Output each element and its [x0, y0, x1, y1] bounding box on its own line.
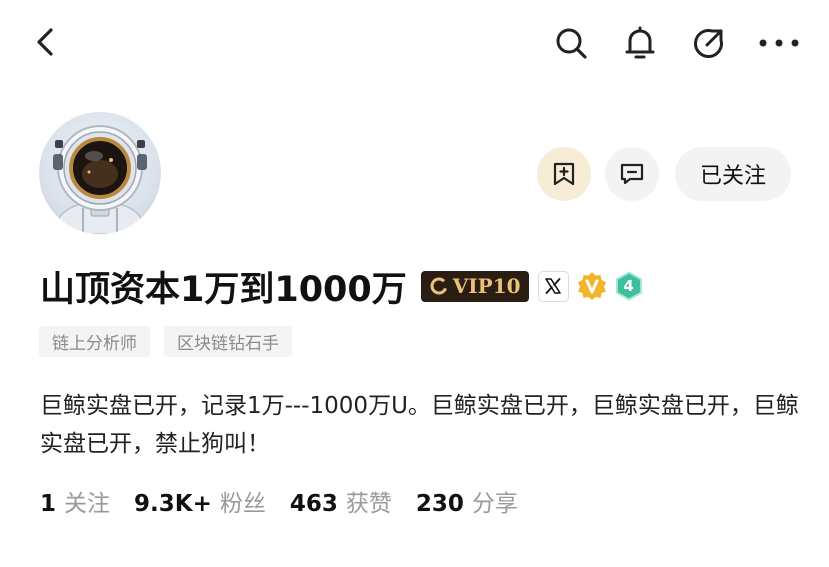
stat-label: 粉丝: [219, 491, 266, 517]
chat-icon: [620, 163, 644, 185]
avatar[interactable]: [39, 112, 161, 234]
name-row: 山顶资本1万到1000万 VIP10 4: [40, 262, 644, 310]
level-number: 4: [623, 277, 634, 295]
chevron-left-icon: [37, 28, 53, 56]
vip-label: VIP10: [452, 274, 521, 298]
tag-item: 链上分析师: [39, 326, 150, 357]
vip-ring-icon: [430, 277, 448, 295]
stat-label: 获赞: [345, 491, 392, 517]
stat-number: 9.3K+: [134, 491, 212, 517]
notification-button[interactable]: [622, 25, 658, 61]
verified-v-icon: [577, 272, 606, 300]
add-bookmark-button[interactable]: [537, 147, 591, 201]
more-button[interactable]: [758, 25, 800, 61]
stat-likes[interactable]: 463 获赞: [290, 484, 392, 518]
verified-badge: [577, 271, 607, 301]
stat-shares[interactable]: 230 分享: [416, 484, 518, 518]
profile-name: 山顶资本1万到1000万: [40, 269, 407, 310]
stats-row: 1 关注 9.3K+ 粉丝 463 获赞 230 分享: [40, 484, 542, 518]
astronaut-avatar-icon: [52, 125, 148, 234]
back-button[interactable]: [30, 26, 62, 58]
stat-label: 分享: [471, 491, 518, 517]
message-button[interactable]: [605, 147, 659, 201]
stat-label: 关注: [64, 491, 111, 517]
search-icon: [556, 28, 587, 59]
bell-icon: [625, 26, 655, 59]
tag-list: 链上分析师 区块链钻石手: [39, 326, 292, 357]
bookmark-add-icon: [553, 162, 575, 186]
stat-number: 1: [40, 491, 57, 517]
top-bar: [0, 0, 829, 90]
vip-badge: VIP10: [420, 270, 529, 302]
x-logo-icon: [545, 278, 561, 294]
profile-bio: 巨鲸实盘已开，记录1万---1000万U。巨鲸实盘已开，巨鲸实盘已开，巨鲸实盘已…: [40, 393, 799, 457]
search-button[interactable]: [553, 25, 589, 61]
stat-number: 463: [289, 491, 338, 517]
following-button[interactable]: 已关注: [675, 147, 791, 201]
tag-item: 区块链钻石手: [164, 326, 292, 357]
x-badge[interactable]: [537, 270, 569, 302]
stat-following[interactable]: 1 关注: [40, 484, 110, 518]
level-badge: 4: [614, 271, 644, 301]
stat-number: 230: [415, 491, 464, 517]
more-horizontal-icon: [759, 39, 799, 47]
share-icon: [693, 29, 723, 59]
share-button[interactable]: [691, 25, 727, 61]
stat-followers[interactable]: 9.3K+ 粉丝: [134, 484, 266, 518]
